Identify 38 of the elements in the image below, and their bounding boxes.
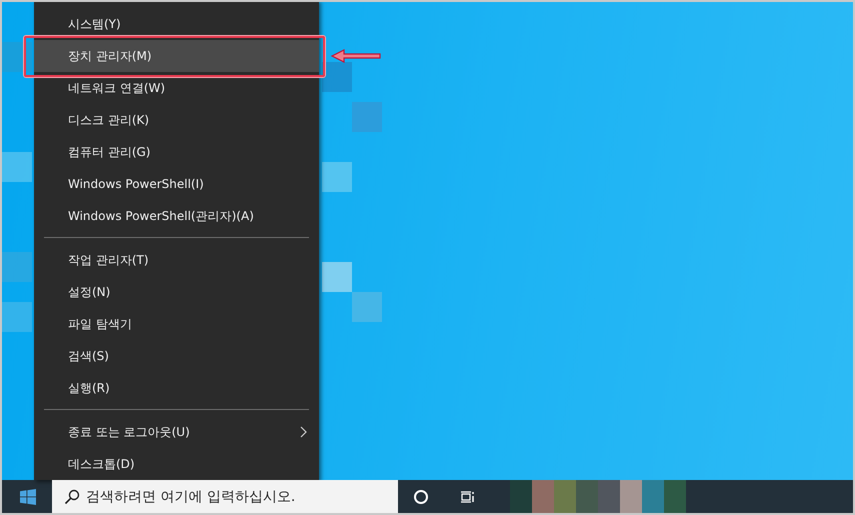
pixelated-icon [2, 252, 32, 282]
pixelated-icon [352, 292, 382, 322]
task-view-icon[interactable] [459, 488, 475, 504]
app-icon-placeholder[interactable] [532, 480, 554, 513]
pixelated-icon [352, 102, 382, 132]
search-icon [64, 489, 80, 505]
menu-item[interactable]: Windows PowerShell(I) [34, 168, 319, 200]
pixelated-icon [2, 302, 32, 332]
circle-icon[interactable] [413, 488, 429, 504]
menu-item[interactable]: 네트워크 연결(W) [34, 72, 319, 104]
menu-item[interactable]: 장치 관리자(M) [34, 40, 319, 72]
menu-item[interactable]: 실행(R) [34, 372, 319, 404]
app-icon-placeholder[interactable] [576, 480, 598, 513]
app-icon-placeholder[interactable] [642, 480, 664, 513]
menu-item[interactable]: 종료 또는 로그아웃(U) [34, 416, 319, 448]
menu-item[interactable]: 설정(N) [34, 276, 319, 308]
chevron-right-icon [300, 426, 307, 438]
app-icon-placeholder[interactable] [598, 480, 620, 513]
menu-item[interactable]: 디스크 관리(K) [34, 104, 319, 136]
menu-item[interactable]: 시스템(Y) [34, 8, 319, 40]
pixelated-icon [322, 162, 352, 192]
pixelated-icon [322, 262, 352, 292]
app-icon-placeholder[interactable] [620, 480, 642, 513]
pixelated-icon [2, 42, 32, 72]
menu-item[interactable]: Windows PowerShell(관리자)(A) [34, 200, 319, 232]
app-icon-placeholder[interactable] [554, 480, 576, 513]
windows-logo-icon [20, 488, 36, 504]
app-icon-placeholder[interactable] [510, 480, 532, 513]
search-field[interactable]: 검색하려면 여기에 입력하십시오. [52, 480, 398, 513]
menu-item[interactable]: 검색(S) [34, 340, 319, 372]
arrow-icon [330, 49, 382, 63]
menu-item[interactable]: 작업 관리자(T) [34, 244, 319, 276]
pixelated-icon [2, 152, 32, 182]
pixelated-icon [322, 62, 352, 92]
menu-item[interactable]: 파일 탐색기 [34, 308, 319, 340]
menu-item[interactable]: 컴퓨터 관리(G) [34, 136, 319, 168]
app-icon-placeholder[interactable] [664, 480, 686, 513]
menu-item[interactable]: 데스크톱(D) [34, 448, 319, 480]
